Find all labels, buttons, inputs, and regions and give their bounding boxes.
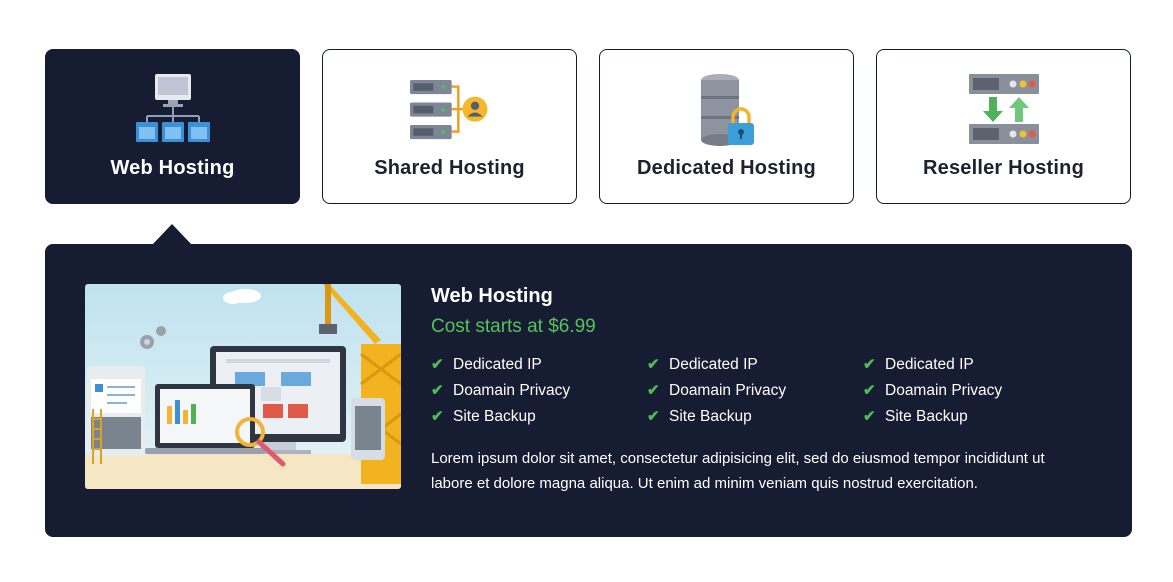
tab-reseller-hosting[interactable]: Reseller Hosting <box>876 49 1131 204</box>
reseller-hosting-transfer-icon <box>964 72 1044 148</box>
check-icon: ✔ <box>647 356 660 373</box>
feature-item: ✔ Dedicated IP <box>431 355 647 375</box>
tab-shared-hosting[interactable]: Shared Hosting <box>322 49 577 204</box>
feature-item: ✔ Doamain Privacy <box>431 381 647 401</box>
check-icon: ✔ <box>863 356 876 373</box>
check-icon: ✔ <box>863 408 876 425</box>
panel-description: Lorem ipsum dolor sit amet, consectetur … <box>431 450 1045 492</box>
feature-label: Site Backup <box>669 408 752 425</box>
check-icon: ✔ <box>431 356 444 373</box>
tab-web-hosting[interactable]: Web Hosting <box>45 49 300 204</box>
feature-item: ✔ Site Backup <box>863 407 1079 427</box>
tab-label: Dedicated Hosting <box>637 157 816 179</box>
shared-hosting-servers-user-icon <box>409 72 490 148</box>
check-icon: ✔ <box>647 408 660 425</box>
feature-label: Dedicated IP <box>885 356 974 373</box>
check-icon: ✔ <box>431 382 444 399</box>
feature-item: ✔ Dedicated IP <box>863 355 1079 375</box>
check-icon: ✔ <box>863 382 876 399</box>
tab-content: Web Hosting Cost starts at $6.99 ✔ Dedica… <box>431 284 1091 496</box>
active-tab-pointer <box>152 224 192 245</box>
feature-label: Site Backup <box>885 408 968 425</box>
feature-item: ✔ Site Backup <box>431 407 647 427</box>
feature-label: Site Backup <box>453 408 536 425</box>
tab-label: Shared Hosting <box>374 157 525 179</box>
panel-title: Web Hosting <box>431 285 553 307</box>
feature-list: ✔ Dedicated IP ✔ Dedicated IP ✔ Dedicated I… <box>431 355 1091 427</box>
tab-dedicated-hosting[interactable]: Dedicated Hosting <box>599 49 854 204</box>
feature-label: Dedicated IP <box>669 356 758 373</box>
feature-item: ✔ Doamain Privacy <box>647 381 863 401</box>
feature-label: Doamain Privacy <box>669 382 787 399</box>
feature-label: Dedicated IP <box>453 356 542 373</box>
hosting-tabs: Web Hosting Shared Hosting Dedicated Hos… <box>45 49 1131 204</box>
web-hosting-network-icon <box>133 72 213 148</box>
tab-content-panel: Web Hosting Cost starts at $6.99 ✔ Dedica… <box>45 244 1132 537</box>
dedicated-hosting-database-lock-icon <box>687 72 767 148</box>
check-icon: ✔ <box>647 382 660 399</box>
tab-label: Reseller Hosting <box>922 157 1085 179</box>
feature-item: ✔ Site Backup <box>647 407 863 427</box>
feature-label: Doamain Privacy <box>885 382 1003 399</box>
price-text: Cost starts at $6.99 <box>431 316 596 337</box>
feature-label: Doamain Privacy <box>453 382 571 399</box>
check-icon: ✔ <box>431 408 444 425</box>
feature-item: ✔ Doamain Privacy <box>863 381 1079 401</box>
feature-item: ✔ Dedicated IP <box>647 355 863 375</box>
tab-label: Web Hosting <box>110 157 235 179</box>
web-development-illustration <box>85 284 401 489</box>
